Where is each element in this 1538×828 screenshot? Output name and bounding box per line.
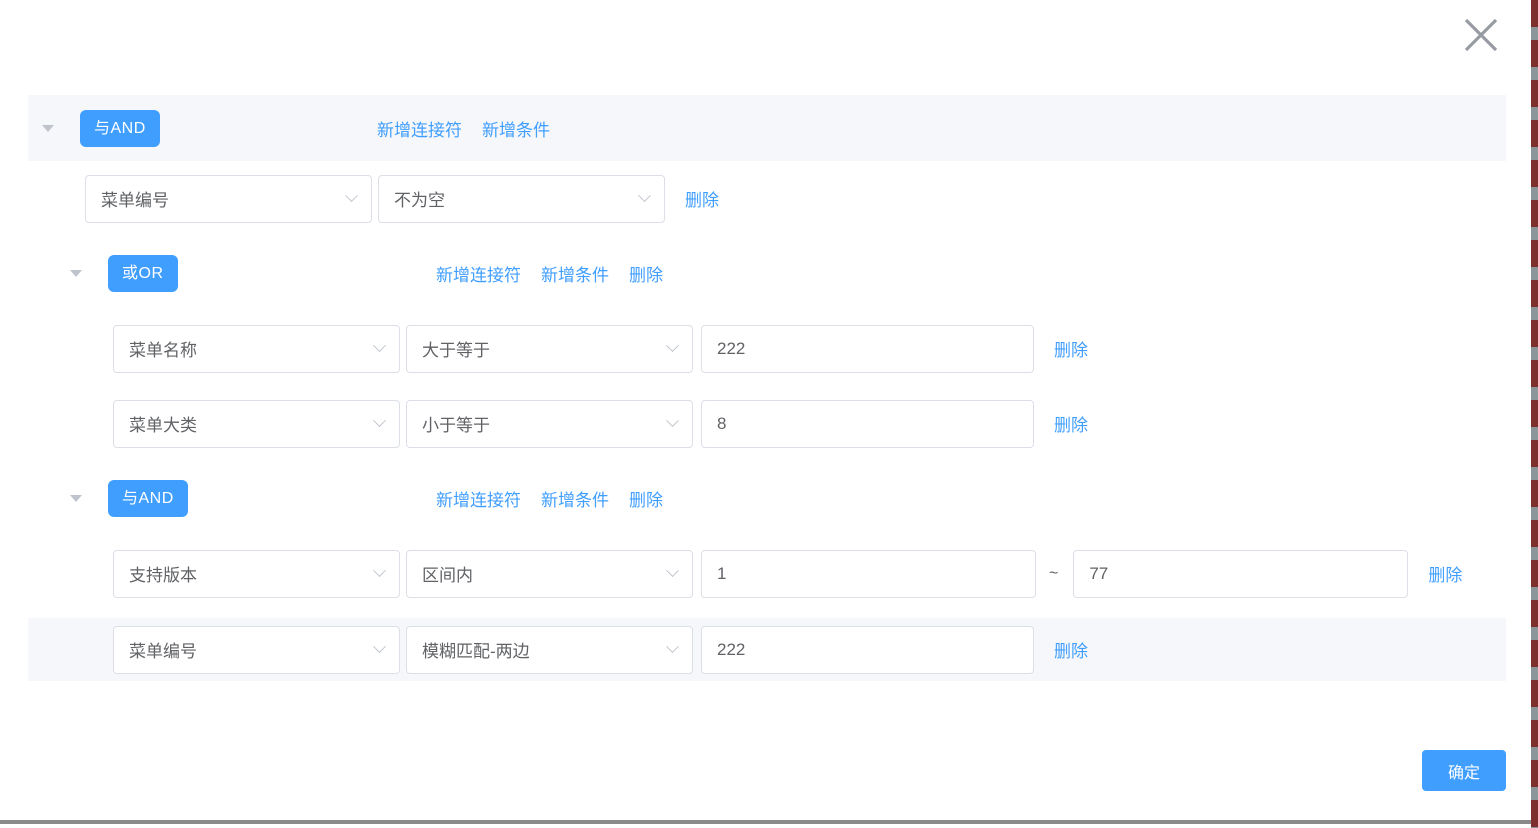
- filter-builder-dialog: 与AND 新增连接符 新增条件 菜单编号 不为空 删除 或OR 新增连接符 新增…: [0, 0, 1538, 828]
- confirm-button[interactable]: 确定: [1422, 750, 1506, 791]
- screen-bottom-bar: [0, 820, 1531, 824]
- field-select[interactable]: 支持版本: [113, 550, 400, 598]
- chevron-down-icon: [373, 414, 386, 427]
- add-connector-link[interactable]: 新增连接符: [436, 486, 521, 511]
- field-select[interactable]: 菜单编号: [85, 175, 372, 223]
- operator-select-value: 小于等于: [422, 411, 490, 436]
- close-icon: [1463, 17, 1499, 53]
- collapse-arrow-icon[interactable]: [70, 270, 82, 277]
- chevron-down-icon: [345, 189, 358, 202]
- close-button[interactable]: [1460, 14, 1502, 56]
- connector-row-root: 与AND 新增连接符 新增条件: [28, 95, 1506, 161]
- chevron-down-icon: [638, 189, 651, 202]
- field-select-value: 菜单大类: [129, 411, 197, 436]
- range-max-input[interactable]: [1073, 550, 1408, 598]
- collapse-arrow-icon[interactable]: [70, 495, 82, 502]
- delete-condition-link[interactable]: 删除: [1054, 336, 1088, 361]
- field-select[interactable]: 菜单大类: [113, 400, 400, 448]
- chevron-down-icon: [666, 564, 679, 577]
- add-condition-link[interactable]: 新增条件: [541, 261, 609, 286]
- value-input[interactable]: [701, 400, 1034, 448]
- connector-badge-or[interactable]: 或OR: [108, 255, 178, 292]
- condition-row-range: 支持版本 区间内 ~ 删除: [28, 536, 1506, 611]
- connector-badge-and[interactable]: 与AND: [108, 480, 188, 517]
- chevron-down-icon: [666, 414, 679, 427]
- delete-condition-link[interactable]: 删除: [1054, 411, 1088, 436]
- add-condition-link[interactable]: 新增条件: [541, 486, 609, 511]
- chevron-down-icon: [373, 564, 386, 577]
- add-connector-link[interactable]: 新增连接符: [377, 116, 462, 141]
- value-input[interactable]: [701, 325, 1034, 373]
- operator-select[interactable]: 区间内: [406, 550, 693, 598]
- operator-select[interactable]: 小于等于: [406, 400, 693, 448]
- chevron-down-icon: [666, 339, 679, 352]
- operator-select[interactable]: 不为空: [378, 175, 665, 223]
- condition-row: 菜单名称 大于等于 删除: [28, 311, 1506, 386]
- operator-select[interactable]: 大于等于: [406, 325, 693, 373]
- operator-select-value: 模糊匹配-两边: [422, 637, 530, 662]
- operator-select[interactable]: 模糊匹配-两边: [406, 626, 693, 674]
- field-select-value: 菜单名称: [129, 336, 197, 361]
- collapse-arrow-icon[interactable]: [42, 125, 54, 132]
- connector-badge-and[interactable]: 与AND: [80, 110, 160, 147]
- field-select-value: 菜单编号: [101, 186, 169, 211]
- delete-connector-link[interactable]: 删除: [629, 486, 663, 511]
- chevron-down-icon: [666, 640, 679, 653]
- delete-condition-link[interactable]: 删除: [1428, 561, 1462, 586]
- field-select[interactable]: 菜单编号: [113, 626, 400, 674]
- field-select-value: 菜单编号: [129, 637, 197, 662]
- condition-row: 菜单编号 模糊匹配-两边 删除: [28, 618, 1506, 681]
- chevron-down-icon: [373, 339, 386, 352]
- value-input[interactable]: [701, 626, 1034, 674]
- screen-edge-dashed-strip: [1531, 0, 1538, 828]
- operator-select-value: 区间内: [422, 561, 473, 586]
- field-select-value: 支持版本: [129, 561, 197, 586]
- operator-select-value: 大于等于: [422, 336, 490, 361]
- range-min-input[interactable]: [701, 550, 1036, 598]
- connector-row-and-nested: 与AND 新增连接符 新增条件 删除: [28, 461, 1506, 536]
- range-separator: ~: [1049, 565, 1058, 583]
- delete-condition-link[interactable]: 删除: [685, 186, 719, 211]
- operator-select-value: 不为空: [394, 186, 445, 211]
- delete-condition-link[interactable]: 删除: [1054, 637, 1088, 662]
- chevron-down-icon: [373, 640, 386, 653]
- connector-row-or: 或OR 新增连接符 新增条件 删除: [28, 236, 1506, 311]
- add-connector-link[interactable]: 新增连接符: [436, 261, 521, 286]
- field-select[interactable]: 菜单名称: [113, 325, 400, 373]
- condition-row: 菜单编号 不为空 删除: [28, 161, 1506, 236]
- condition-row: 菜单大类 小于等于 删除: [28, 386, 1506, 461]
- delete-connector-link[interactable]: 删除: [629, 261, 663, 286]
- add-condition-link[interactable]: 新增条件: [482, 116, 550, 141]
